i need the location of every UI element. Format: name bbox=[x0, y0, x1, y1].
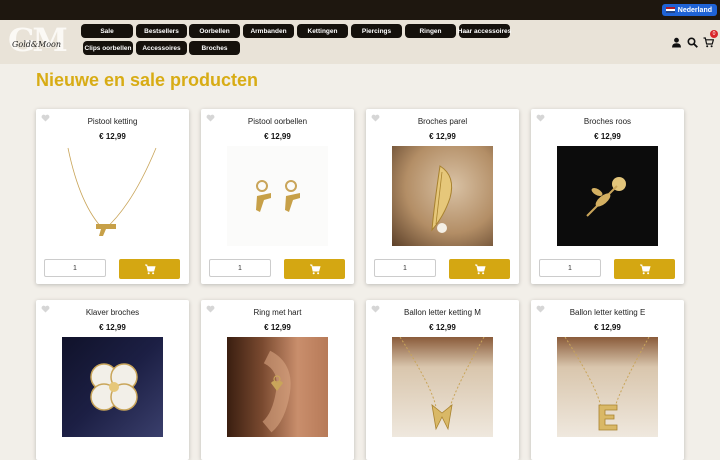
product-name[interactable]: Klaver broches bbox=[36, 308, 189, 317]
nav-item-armbanden[interactable]: Armbanden bbox=[243, 24, 294, 38]
product-price: € 12,99 bbox=[594, 132, 621, 141]
nav-item-oorbellen[interactable]: Oorbellen bbox=[189, 24, 240, 38]
quantity-input[interactable]: 1 bbox=[374, 259, 436, 277]
nav-item-accessoires[interactable]: Accessoires bbox=[136, 41, 187, 55]
product-image[interactable] bbox=[392, 146, 493, 246]
language-selector[interactable]: Nederland bbox=[661, 4, 717, 16]
add-to-cart-button[interactable] bbox=[119, 259, 180, 279]
cart-icon bbox=[639, 264, 651, 274]
cart-icon bbox=[474, 264, 486, 274]
nav-item-clips-oorbellen[interactable]: Clips oorbellen bbox=[83, 41, 133, 55]
product-image[interactable] bbox=[227, 337, 328, 437]
nav-item-ringen[interactable]: Ringen bbox=[405, 24, 456, 38]
product-card[interactable]: Ring met hart € 12,99 bbox=[201, 300, 354, 460]
add-to-cart-button[interactable] bbox=[614, 259, 675, 279]
cart-count-badge: 0 bbox=[710, 29, 718, 38]
product-card[interactable]: Ballon letter ketting M € 12,99 bbox=[366, 300, 519, 460]
site-logo[interactable]: GM Gold&Moon bbox=[8, 21, 76, 61]
nav-item-broches[interactable]: Broches bbox=[189, 41, 240, 55]
language-label: Nederland bbox=[677, 6, 712, 14]
product-card[interactable]: Broches roos € 12,99 1 bbox=[531, 109, 684, 284]
cart-icon bbox=[309, 264, 321, 274]
quantity-input[interactable]: 1 bbox=[209, 259, 271, 277]
product-card[interactable]: Pistool ketting € 12,99 1 bbox=[36, 109, 189, 284]
product-image[interactable] bbox=[557, 146, 658, 246]
product-price: € 12,99 bbox=[264, 132, 291, 141]
cart-icon bbox=[144, 264, 156, 274]
product-name[interactable]: Broches roos bbox=[531, 117, 684, 126]
nav-item-sale[interactable]: Sale bbox=[81, 24, 133, 38]
dutch-flag-icon bbox=[665, 7, 675, 13]
product-price: € 12,99 bbox=[429, 323, 456, 332]
product-price: € 12,99 bbox=[594, 323, 621, 332]
product-image[interactable] bbox=[392, 337, 493, 437]
nav-item-piercings[interactable]: Piercings bbox=[351, 24, 402, 38]
product-price: € 12,99 bbox=[99, 323, 126, 332]
search-icon[interactable] bbox=[687, 35, 698, 48]
nav-item-haar-accessoires[interactable]: Haar accessoires bbox=[458, 24, 511, 38]
product-name[interactable]: Ring met hart bbox=[201, 308, 354, 317]
quantity-input[interactable]: 1 bbox=[44, 259, 106, 277]
page-title: Nieuwe en sale producten bbox=[36, 70, 259, 90]
product-image[interactable] bbox=[62, 146, 163, 246]
product-name[interactable]: Pistool oorbellen bbox=[201, 117, 354, 126]
product-name[interactable]: Broches parel bbox=[366, 117, 519, 126]
product-card[interactable]: Broches parel € 12,99 1 bbox=[366, 109, 519, 284]
product-card[interactable]: Ballon letter ketting E € 12,99 bbox=[531, 300, 684, 460]
add-to-cart-button[interactable] bbox=[449, 259, 510, 279]
top-bar: Nederland bbox=[0, 0, 720, 20]
nav-item-bestsellers[interactable]: Bestsellers bbox=[136, 24, 187, 38]
quantity-input[interactable]: 1 bbox=[539, 259, 601, 277]
add-to-cart-button[interactable] bbox=[284, 259, 345, 279]
logo-script: Gold&Moon bbox=[12, 40, 61, 49]
main-nav: Sale Bestsellers Oorbellen Armbanden Ket… bbox=[81, 24, 521, 64]
header-icons: 0 bbox=[671, 29, 718, 48]
product-image[interactable] bbox=[557, 337, 658, 437]
product-price: € 12,99 bbox=[99, 132, 126, 141]
product-card[interactable]: Klaver broches € 12,99 bbox=[36, 300, 189, 460]
nav-item-kettingen[interactable]: Kettingen bbox=[297, 24, 348, 38]
product-image[interactable] bbox=[227, 146, 328, 246]
product-price: € 12,99 bbox=[429, 132, 456, 141]
product-name[interactable]: Pistool ketting bbox=[36, 117, 189, 126]
product-name[interactable]: Ballon letter ketting E bbox=[531, 308, 684, 317]
product-card[interactable]: Pistool oorbellen € 12,99 1 bbox=[201, 109, 354, 284]
product-image[interactable] bbox=[62, 337, 163, 437]
account-icon[interactable] bbox=[671, 35, 682, 47]
product-name[interactable]: Ballon letter ketting M bbox=[366, 308, 519, 317]
product-price: € 12,99 bbox=[264, 323, 291, 332]
cart-icon[interactable]: 0 bbox=[703, 29, 718, 47]
